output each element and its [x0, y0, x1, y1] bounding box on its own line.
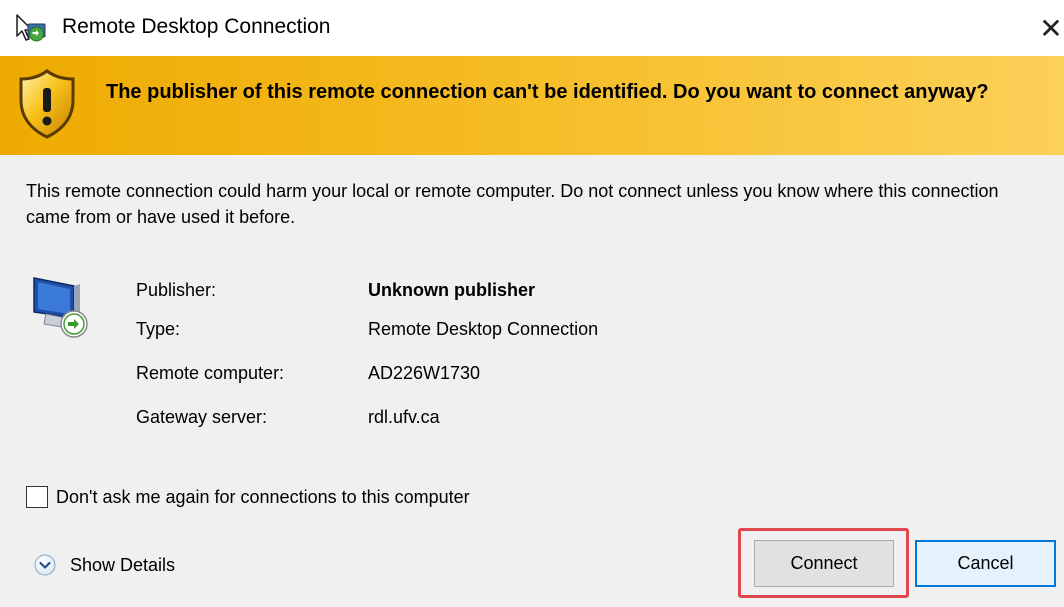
close-button[interactable]: ✕ — [1038, 6, 1064, 50]
title-bar: Remote Desktop Connection ✕ — [0, 0, 1064, 56]
connect-button[interactable]: Connect — [754, 540, 894, 587]
gateway-server-label: Gateway server: — [136, 407, 268, 427]
warning-message: The publisher of this remote connection … — [106, 81, 989, 103]
warning-banner: The publisher of this remote connection … — [0, 56, 1064, 155]
publisher-value: Unknown publisher — [368, 280, 536, 300]
remote-computer-value: AD226W1730 — [368, 363, 481, 383]
warning-description: This remote connection could harm your l… — [26, 181, 999, 227]
type-value: Remote Desktop Connection — [368, 319, 599, 339]
type-label: Type: — [136, 319, 181, 339]
dont-ask-again-option[interactable]: Don't ask me again for connections to th… — [26, 484, 470, 510]
window-title: Remote Desktop Connection — [62, 15, 331, 38]
gateway-server-value: rdl.ufv.ca — [368, 407, 440, 427]
remote-computer-label: Remote computer: — [136, 363, 285, 383]
dont-ask-again-checkbox[interactable] — [26, 486, 48, 508]
show-details-toggle[interactable]: Show Details — [34, 552, 175, 578]
show-details-label[interactable]: Show Details — [70, 555, 175, 576]
publisher-label: Publisher: — [136, 280, 217, 300]
close-icon: ✕ — [1039, 12, 1063, 44]
chevron-down-circle-icon[interactable] — [34, 554, 56, 576]
cancel-button[interactable]: Cancel — [915, 540, 1056, 587]
remote-desktop-app-icon — [16, 14, 46, 42]
dialog-window: Remote Desktop Connection ✕ The publishe… — [0, 0, 1064, 607]
remote-computer-icon — [33, 277, 88, 338]
dont-ask-again-label[interactable]: Don't ask me again for connections to th… — [56, 487, 470, 508]
shield-warning-icon — [19, 69, 75, 139]
